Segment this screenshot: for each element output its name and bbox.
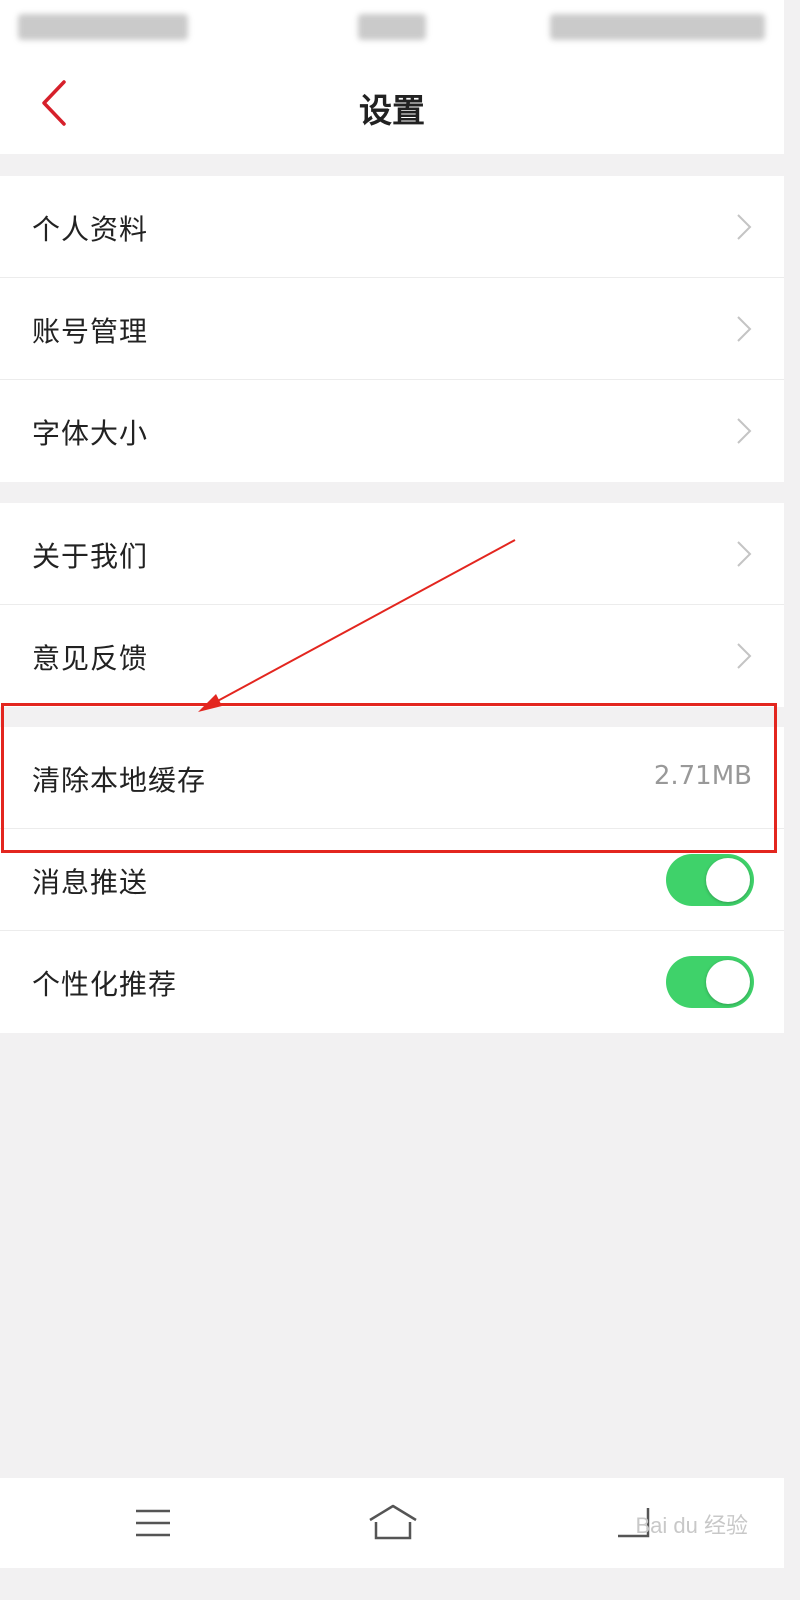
row-personalized-recommendation: 个性化推荐 bbox=[0, 931, 784, 1033]
row-about-us[interactable]: 关于我们 bbox=[0, 503, 784, 605]
home-icon bbox=[369, 1504, 417, 1540]
row-label: 个人资料 bbox=[32, 213, 149, 246]
row-label: 意见反馈 bbox=[32, 642, 149, 675]
status-time-blur bbox=[358, 14, 426, 40]
menu-icon bbox=[136, 1509, 170, 1537]
chevron-right-icon bbox=[737, 418, 752, 444]
page-title: 设置 bbox=[359, 91, 425, 130]
row-label: 账号管理 bbox=[32, 315, 149, 348]
status-icons-blur bbox=[550, 14, 765, 40]
row-label: 个性化推荐 bbox=[32, 968, 178, 1001]
row-push-notifications: 消息推送 bbox=[0, 829, 784, 931]
home-button[interactable] bbox=[366, 1500, 417, 1546]
menu-button[interactable] bbox=[128, 1500, 178, 1546]
row-label: 字体大小 bbox=[32, 417, 149, 450]
status-bar bbox=[0, 0, 784, 56]
settings-group-account: 个人资料 账号管理 字体大小 bbox=[0, 176, 784, 482]
settings-screen: 设置 个人资料 账号管理 字体大小 关于我们 意见反馈 清除本地缓存 2.71M… bbox=[0, 0, 784, 1568]
nav-bar: 设置 bbox=[0, 56, 784, 154]
row-label: 清除本地缓存 bbox=[32, 764, 207, 797]
chevron-right-icon bbox=[737, 643, 752, 669]
status-carrier-blur bbox=[18, 14, 188, 40]
row-clear-cache[interactable]: 清除本地缓存 2.71MB bbox=[0, 727, 784, 829]
settings-group-preferences: 清除本地缓存 2.71MB 消息推送 个性化推荐 bbox=[0, 727, 784, 1033]
row-feedback[interactable]: 意见反馈 bbox=[0, 605, 784, 707]
personalized-recommendation-toggle[interactable] bbox=[666, 956, 754, 1008]
toggle-knob bbox=[706, 960, 750, 1004]
chevron-right-icon bbox=[737, 214, 752, 240]
row-label: 消息推送 bbox=[32, 866, 149, 899]
settings-group-about: 关于我们 意见反馈 bbox=[0, 503, 784, 707]
cache-size-value: 2.71MB bbox=[653, 761, 752, 791]
chevron-right-icon bbox=[737, 541, 752, 567]
row-profile[interactable]: 个人资料 bbox=[0, 176, 784, 278]
row-font-size[interactable]: 字体大小 bbox=[0, 380, 784, 482]
row-account-management[interactable]: 账号管理 bbox=[0, 278, 784, 380]
row-label: 关于我们 bbox=[32, 540, 149, 573]
watermark-logo: Bai du 经验 bbox=[635, 1513, 749, 1538]
chevron-right-icon bbox=[737, 316, 752, 342]
push-notifications-toggle[interactable] bbox=[666, 854, 754, 906]
toggle-knob bbox=[706, 858, 750, 902]
